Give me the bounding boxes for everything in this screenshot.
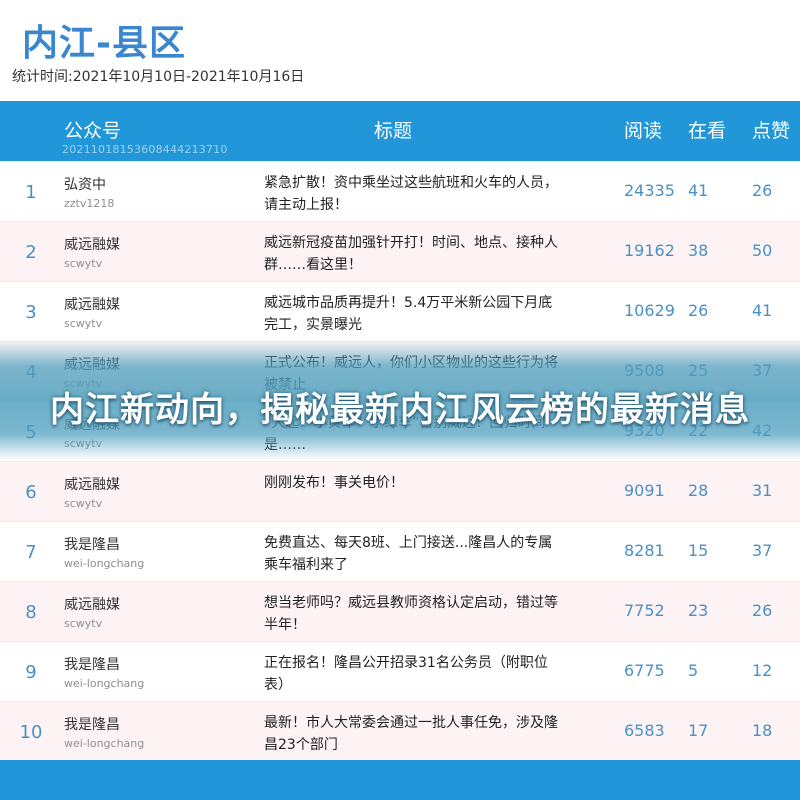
read-count: 9091 [624,481,665,500]
rank-number: 2 [25,242,37,263]
account-id: zztv1218 [64,197,115,210]
article-title[interactable]: 刚刚发布！事关电价！ [264,472,564,494]
watching-count: 15 [688,541,709,560]
account-name: 威远融媒 [64,597,120,613]
account-name: 我是隆昌 [64,657,120,673]
headline-text: 内江新动向，揭秘最新内江风云榜的最新消息 [50,390,750,430]
article-title[interactable]: 想当老师吗？威远县教师资格认定启动，错过等半年！ [264,592,564,636]
watching-count: 41 [688,181,709,200]
account-id: scwytv [64,317,103,330]
table-row[interactable]: 9 我是隆昌 wei-longchang 正在报名！隆昌公开招录31名公务员（附职位表… [0,641,800,701]
read-count: 8281 [624,541,665,560]
account-name: 威远融媒 [64,297,120,313]
article-title[interactable]: 威远新冠疫苗加强针开打！时间、地点、接种人群……看这里！ [264,232,564,276]
article-title[interactable]: 最新！市人大常委会通过一批人事任免，涉及隆昌23个部门 [264,712,564,756]
page-title: 内江-县区 [22,23,186,64]
account-name: 威远融媒 [64,237,120,253]
table-row[interactable]: 7 我是隆昌 wei-longchang 免费直达、每天8班、上门接送...隆昌人的专… [0,521,800,581]
account-name: 弘资中 [64,177,106,193]
like-count: 26 [752,181,773,200]
read-count: 6583 [624,721,665,740]
footer-bar [0,760,800,800]
rank-number: 1 [25,182,37,203]
like-count: 50 [752,241,773,260]
rank-number: 3 [25,302,37,323]
account-id: wei-longchang [64,737,145,750]
rank-number: 6 [25,482,37,503]
rank-number: 9 [25,662,37,683]
table-row[interactable]: 6 威远融媒 scwytv 刚刚发布！事关电价！ 9091 28 31 [0,461,800,521]
column-header-reads: 阅读 [624,120,663,142]
account-id: scwytv [64,497,103,510]
header-id-text: 20211018153608444213710 [62,143,228,156]
watching-count: 5 [688,661,699,680]
table-row[interactable]: 3 威远融媒 scwytv 威远城市品质再提升！5.4万平米新公园下月底完工，实景曝光… [0,281,800,341]
account-name: 威远融媒 [64,477,120,493]
read-count: 19162 [624,241,675,260]
table-row[interactable]: 8 威远融媒 scwytv 想当老师吗？威远县教师资格认定启动，错过等半年！ 7752 2… [0,581,800,641]
column-header-account: 公众号 [64,120,122,142]
account-id: wei-longchang [64,557,145,570]
watching-count: 23 [688,601,709,620]
watching-count: 26 [688,301,709,320]
watching-count: 17 [688,721,709,740]
account-id: wei-longchang [64,677,145,690]
like-count: 18 [752,721,773,740]
column-header-title: 标题 [374,120,413,142]
like-count: 37 [752,541,773,560]
stats-period: 统计时间:2021年10月10日-2021年10月16日 [12,69,305,85]
article-title[interactable]: 紧急扩散！资中乘坐过这些航班和火车的人员，请主动上报！ [264,172,564,216]
table-header: 公众号 20211018153608444213710 标题 阅读 在看 点赞 [0,101,800,161]
account-name: 我是隆昌 [64,537,120,553]
watching-count: 28 [688,481,709,500]
table-row[interactable]: 10 我是隆昌 wei-longchang 最新！市人大常委会通过一批人事任免，涉及隆… [0,701,800,761]
like-count: 31 [752,481,773,500]
rank-number: 7 [25,542,37,563]
like-count: 41 [752,301,773,320]
table-row[interactable]: 2 威远融媒 scwytv 威远新冠疫苗加强针开打！时间、地点、接种人群……看这里！ 1… [0,221,800,281]
article-title[interactable]: 正在报名！隆昌公开招录31名公务员（附职位表） [264,652,564,696]
watching-count: 38 [688,241,709,260]
rank-number: 8 [25,602,37,623]
account-id: scwytv [64,257,103,270]
like-count: 12 [752,661,773,680]
read-count: 24335 [624,181,675,200]
account-name: 我是隆昌 [64,717,120,733]
rank-number: 10 [19,722,43,743]
column-header-likes: 点赞 [752,120,791,142]
column-header-watching: 在看 [688,120,727,142]
read-count: 7752 [624,601,665,620]
like-count: 26 [752,601,773,620]
article-title[interactable]: 威远城市品质再提升！5.4万平米新公园下月底完工，实景曝光 [264,292,564,336]
account-id: scwytv [64,617,103,630]
table-row[interactable]: 1 弘资中 zztv1218 紧急扩散！资中乘坐过这些航班和火车的人员，请主动上报！ 2… [0,161,800,221]
read-count: 10629 [624,301,675,320]
table-body: 1 弘资中 zztv1218 紧急扩散！资中乘坐过这些航班和火车的人员，请主动上报！ 2… [0,161,800,761]
read-count: 6775 [624,661,665,680]
article-title[interactable]: 免费直达、每天8班、上门接送...隆昌人的专属乘车福利来了 [264,532,564,576]
